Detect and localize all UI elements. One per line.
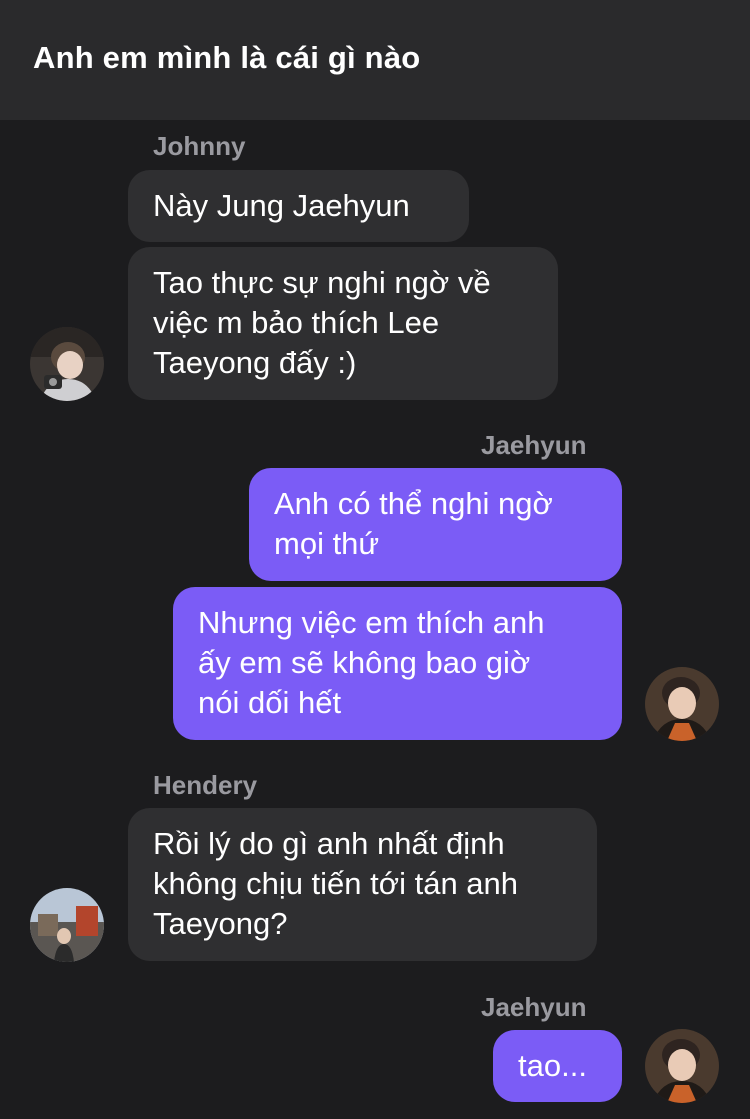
message-bubble[interactable]: Này Jung Jaehyun [128, 170, 469, 242]
avatar-hendery[interactable] [30, 888, 104, 962]
avatar-jaehyun[interactable] [645, 667, 719, 741]
message-bubble[interactable]: tao... [493, 1030, 622, 1102]
message-text: Anh có thể nghi ngờ mọi thứ [274, 486, 553, 561]
avatar-jaehyun[interactable] [645, 1029, 719, 1103]
chat-title: Anh em mình là cái gì nào [33, 40, 421, 75]
message-bubble[interactable]: Rồi lý do gì anh nhất định không chịu ti… [128, 808, 597, 961]
sender-name-jaehyun: Jaehyun [481, 992, 587, 1022]
message-text: Rồi lý do gì anh nhất định không chịu ti… [153, 826, 519, 941]
sender-name-jaehyun: Jaehyun [481, 430, 587, 460]
message-text: Nhưng việc em thích anh ấy em sẽ không b… [198, 605, 545, 720]
message-text: Tao thực sự nghi ngờ về việc m bảo thích… [153, 265, 491, 380]
message-bubble[interactable]: Tao thực sự nghi ngờ về việc m bảo thích… [128, 247, 558, 400]
avatar-johnny[interactable] [30, 327, 104, 401]
sender-name-johnny: Johnny [153, 131, 246, 161]
message-text: tao... [518, 1048, 587, 1083]
chat-header: Anh em mình là cái gì nào [0, 0, 750, 120]
message-bubble[interactable]: Nhưng việc em thích anh ấy em sẽ không b… [173, 587, 622, 740]
sender-name-hendery: Hendery [153, 770, 258, 800]
message-bubble[interactable]: Anh có thể nghi ngờ mọi thứ [249, 468, 622, 581]
message-text: Này Jung Jaehyun [153, 188, 410, 223]
